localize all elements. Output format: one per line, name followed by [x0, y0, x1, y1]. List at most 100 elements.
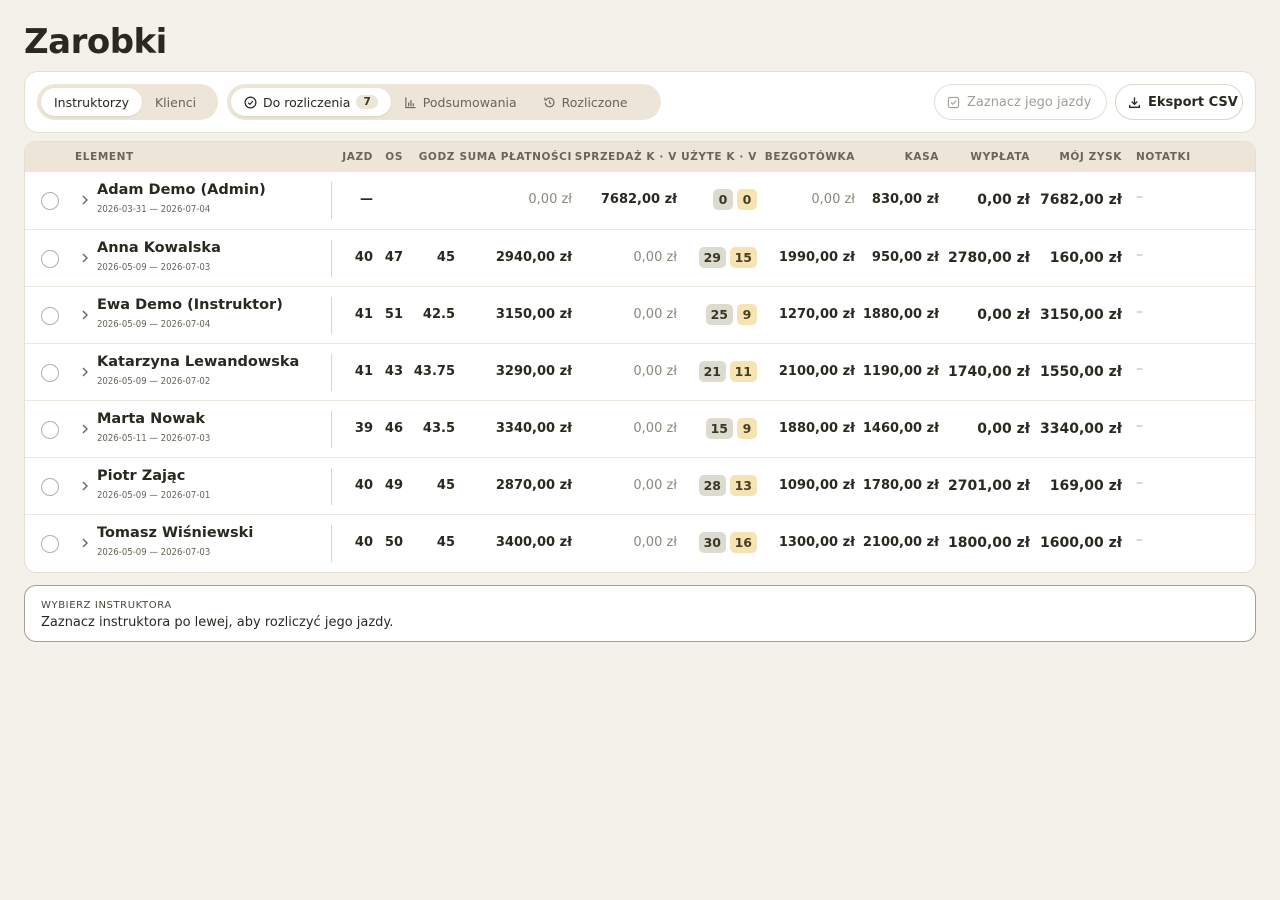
header-kasa: KASA [904, 151, 939, 163]
date-range: 2026-05-09 — 2026-07-01 [97, 490, 211, 501]
cell-kasa: 1780,00 zł [862, 478, 939, 493]
table-row[interactable]: Marta Nowak 2026-05-11 — 2026-07-03 39 46 43… [25, 400, 1255, 457]
date-range: 2026-05-09 — 2026-07-03 [97, 262, 211, 273]
date-range: 2026-03-31 — 2026-07-04 [97, 204, 211, 215]
table-row[interactable]: Adam Demo (Admin) 2026-03-31 — 2026-07-04… [25, 172, 1255, 229]
row-select-radio[interactable] [41, 421, 59, 439]
toolbar: Instruktorzy Klienci Do rozliczenia 7 Po… [24, 71, 1256, 133]
cell-bezgotowka: 2100,00 zł [778, 364, 855, 379]
cell-zysk: 7682,00 zł [1040, 192, 1122, 208]
uzyte-v-pill: 9 [737, 304, 757, 325]
cell-notatki: – [1136, 247, 1143, 263]
header-sprzedaz: SPRZEDAŻ K · V [574, 151, 677, 163]
chevron-right-icon[interactable] [78, 192, 92, 208]
table-row[interactable]: Piotr Zając 2026-05-09 — 2026-07-01 40 49 45… [25, 457, 1255, 514]
cell-wyplata: 0,00 zł [977, 421, 1030, 437]
cell-wyplata: 2780,00 zł [948, 250, 1030, 266]
tab-podsumowania[interactable]: Podsumowania [391, 88, 530, 116]
cell-godz: 45 [436, 478, 455, 493]
cell-sprzedaz: 0,00 zł [633, 478, 677, 493]
table-header: ELEMENT JAZD OS GODZ SUMA PŁATNOŚCI SPRZ… [25, 142, 1255, 172]
instructor-name: Anna Kowalska [97, 240, 221, 256]
scope-segmented-control: Instruktorzy Klienci [37, 84, 218, 120]
row-select-radio[interactable] [41, 478, 59, 496]
button-label: Eksport CSV [1148, 94, 1238, 110]
instructor-name: Adam Demo (Admin) [97, 182, 266, 198]
cell-os: 49 [384, 478, 403, 493]
cell-notatki: – [1136, 532, 1143, 548]
row-select-radio[interactable] [41, 192, 59, 210]
cell-os: 46 [384, 421, 403, 436]
mark-rides-button[interactable]: Zaznacz jego jazdy [934, 84, 1107, 120]
uzyte-k-pill: 28 [698, 475, 726, 496]
table-row[interactable]: Katarzyna Lewandowska 2026-05-09 — 2026-0… [25, 343, 1255, 400]
cell-notatki: – [1136, 361, 1143, 377]
cell-bezgotowka: 1270,00 zł [778, 307, 855, 322]
view-segmented-control: Do rozliczenia 7 Podsumowania Rozliczone [227, 84, 661, 120]
column-divider [331, 297, 332, 334]
cell-kasa: 830,00 zł [871, 192, 939, 207]
cell-godz: 45 [436, 535, 455, 550]
cell-godz: 45 [436, 250, 455, 265]
uzyte-k-pill: 15 [705, 418, 733, 439]
cell-os: 50 [384, 535, 403, 550]
count-badge: 7 [356, 95, 378, 109]
cell-jazd: 40 [354, 250, 373, 265]
chevron-right-icon[interactable] [78, 307, 92, 323]
chevron-right-icon[interactable] [78, 478, 92, 494]
cell-suma: 2940,00 zł [495, 250, 572, 265]
earnings-table: ELEMENT JAZD OS GODZ SUMA PŁATNOŚCI SPRZ… [24, 141, 1256, 573]
export-csv-button[interactable]: Eksport CSV [1115, 84, 1243, 120]
cell-notatki: – [1136, 418, 1143, 434]
cell-os: 43 [384, 364, 403, 379]
row-select-radio[interactable] [41, 250, 59, 268]
table-row[interactable]: Tomasz Wiśniewski 2026-05-09 — 2026-07-03… [25, 514, 1255, 571]
cell-jazd: 40 [354, 478, 373, 493]
tab-label: Podsumowania [422, 94, 517, 110]
tab-klienci[interactable]: Klienci [142, 88, 209, 116]
row-select-radio[interactable] [41, 535, 59, 553]
tab-label: Instruktorzy [54, 94, 129, 110]
uzyte-v-pill: 13 [729, 475, 757, 496]
uzyte-v-pill: 11 [729, 361, 757, 382]
column-divider [331, 468, 332, 505]
cell-wyplata: 1800,00 zł [948, 535, 1030, 551]
cell-zysk: 160,00 zł [1049, 250, 1122, 266]
cell-wyplata: 0,00 zł [977, 192, 1030, 208]
instructor-name: Piotr Zając [97, 468, 186, 484]
header-zysk: MÓJ ZYSK [1059, 151, 1122, 163]
chevron-right-icon[interactable] [78, 421, 92, 437]
chevron-right-icon[interactable] [78, 535, 92, 551]
uzyte-k-pill: 29 [698, 247, 726, 268]
table-row[interactable]: Anna Kowalska 2026-05-09 — 2026-07-03 40 47… [25, 229, 1255, 286]
cell-jazd: 40 [354, 535, 373, 550]
cell-zysk: 1600,00 zł [1040, 535, 1122, 551]
uzyte-v-pill: 16 [729, 532, 757, 553]
row-select-radio[interactable] [41, 364, 59, 382]
chevron-right-icon[interactable] [78, 364, 92, 380]
cell-godz: 43.5 [422, 421, 455, 436]
cell-sprzedaz: 0,00 zł [633, 535, 677, 550]
chevron-right-icon[interactable] [78, 250, 92, 266]
tab-instruktorzy[interactable]: Instruktorzy [41, 88, 142, 116]
table-row[interactable]: Ewa Demo (Instruktor) 2026-05-09 — 2026-0… [25, 286, 1255, 343]
date-range: 2026-05-11 — 2026-07-03 [97, 433, 211, 444]
instructor-name: Tomasz Wiśniewski [97, 525, 254, 541]
cell-bezgotowka: 1880,00 zł [778, 421, 855, 436]
date-range: 2026-05-09 — 2026-07-04 [97, 319, 211, 330]
tab-do-rozliczenia[interactable]: Do rozliczenia 7 [231, 88, 391, 116]
checkbox-icon [947, 96, 960, 109]
tab-rozliczone[interactable]: Rozliczone [530, 88, 641, 116]
column-divider [331, 240, 332, 277]
cell-notatki: – [1136, 475, 1143, 491]
cell-suma: 3150,00 zł [495, 307, 572, 322]
tab-label: Klienci [154, 94, 197, 110]
cell-suma: 3290,00 zł [495, 364, 572, 379]
row-select-radio[interactable] [41, 307, 59, 325]
cell-suma: 3340,00 zł [495, 421, 572, 436]
cell-kasa: 1880,00 zł [862, 307, 939, 322]
cell-kasa: 2100,00 zł [862, 535, 939, 550]
uzyte-k-pill: 25 [705, 304, 733, 325]
cell-kasa: 1190,00 zł [862, 364, 939, 379]
check-circle-icon [244, 96, 257, 109]
